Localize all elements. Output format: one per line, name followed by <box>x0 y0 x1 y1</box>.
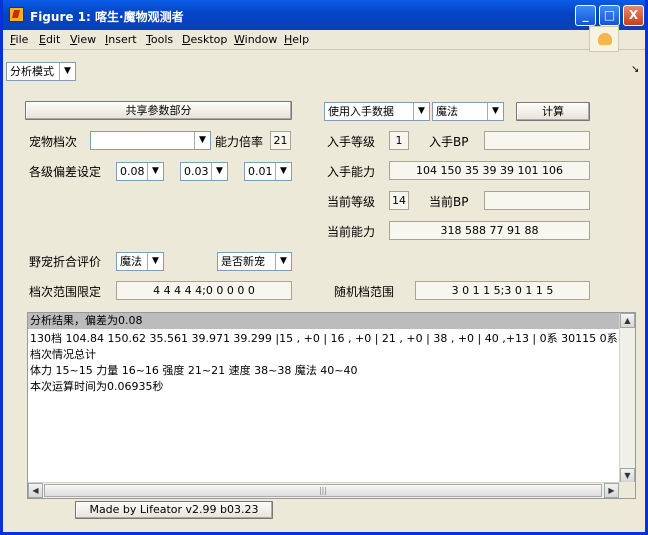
title-bar[interactable]: Figure 1: 喀生·魔物观测者 _ □ X <box>3 0 645 30</box>
menu-insert-rest: nsert <box>108 33 137 46</box>
calculate-button[interactable]: 计算 <box>516 102 590 121</box>
output-line-3[interactable]: 体力 15~15 力量 16~16 强度 21~21 速度 38~38 魔法 4… <box>30 362 358 378</box>
random-range-field[interactable]: 3 0 1 1 5;3 0 1 1 5 <box>415 281 590 300</box>
vertical-scrollbar[interactable]: ▲ ▼ <box>619 313 635 483</box>
deviation-value-1: 0.08 <box>120 165 145 178</box>
menu-window[interactable]: Window <box>234 33 277 46</box>
dock-icon[interactable]: ↘ <box>631 64 639 75</box>
tier-range-label: 档次范围限定 <box>29 285 102 299</box>
menu-file-rest: ile <box>15 33 29 46</box>
scroll-up-icon[interactable]: ▲ <box>620 313 635 328</box>
current-ability-label: 当前能力 <box>327 225 376 239</box>
menu-view[interactable]: View <box>70 33 96 46</box>
menu-view-rest: iew <box>77 33 97 46</box>
shared-params-button[interactable]: 共享参数部分 <box>25 101 292 120</box>
chevron-down-icon: ▼ <box>59 63 75 80</box>
data-source-value: 使用入手数据 <box>328 105 394 118</box>
mode-select[interactable]: 分析模式 ▼ <box>6 62 76 81</box>
deviation-select-2[interactable]: 0.03 ▼ <box>180 162 228 181</box>
multiplier-label: 能力倍率 <box>215 135 264 149</box>
menu-help[interactable]: Help <box>284 33 309 46</box>
matlab-icon <box>9 7 24 22</box>
menu-edit-key: E <box>39 33 46 46</box>
scroll-thumb[interactable]: ||| <box>44 484 602 497</box>
current-level-label: 当前等级 <box>327 195 376 209</box>
scroll-left-icon[interactable]: ◀ <box>28 483 43 498</box>
data-source-select[interactable]: 使用入手数据 ▼ <box>324 102 430 121</box>
acquire-level-field[interactable]: 1 <box>389 131 409 150</box>
chevron-down-icon: ▼ <box>413 103 429 120</box>
minimize-button[interactable]: _ <box>575 5 596 26</box>
figure-logo-shape <box>598 33 612 45</box>
maximize-button[interactable]: □ <box>599 5 620 26</box>
acquire-level-label: 入手等级 <box>327 135 376 149</box>
deviation-label: 各级偏差设定 <box>29 165 102 179</box>
random-range-label: 随机档范围 <box>334 285 395 299</box>
pet-tier-select[interactable]: ▼ <box>90 131 211 150</box>
credits-button[interactable]: Made by Lifeator v2.99 b03.23 <box>75 501 273 519</box>
output-line-4[interactable]: 本次运算时间为0.06935秒 <box>30 378 164 394</box>
acquire-ability-label: 入手能力 <box>327 165 376 179</box>
close-button[interactable]: X <box>623 5 644 26</box>
menu-window-key: W <box>234 33 245 46</box>
wild-eval-label: 野宠折合评价 <box>29 255 102 269</box>
menu-tools-rest: ools <box>150 33 174 46</box>
current-ability-field[interactable]: 318 588 77 91 88 <box>389 221 590 240</box>
scroll-right-icon[interactable]: ▶ <box>604 483 619 498</box>
menu-tools[interactable]: Tools <box>146 33 173 46</box>
deviation-value-3: 0.01 <box>248 165 273 178</box>
current-bp-field[interactable] <box>484 191 590 210</box>
figure-window: Figure 1: 喀生·魔物观测者 _ □ X File Edit View … <box>0 0 648 535</box>
chevron-down-icon: ▼ <box>194 132 210 149</box>
mode-select-value: 分析模式 <box>10 65 54 78</box>
menu-bar: File Edit View Insert Tools Desktop Wind… <box>3 30 645 75</box>
output-line-1[interactable]: 130档 104.84 150.62 35.561 39.971 39.299 … <box>30 330 618 346</box>
figure-logo-icon <box>589 26 619 52</box>
output-header[interactable]: 分析结果，偏差为0.08 <box>28 313 619 329</box>
chevron-down-icon: ▼ <box>275 253 291 270</box>
chevron-down-icon: ▼ <box>147 253 163 270</box>
attribute-value: 魔法 <box>436 105 458 118</box>
scroll-corner <box>619 482 635 498</box>
multiplier-field[interactable]: 21 <box>270 131 291 150</box>
menu-insert[interactable]: Insert <box>105 33 137 46</box>
pet-tier-label: 宠物档次 <box>29 135 78 149</box>
acquire-bp-field[interactable] <box>484 131 590 150</box>
deviation-select-3[interactable]: 0.01 ▼ <box>244 162 292 181</box>
menu-file[interactable]: File <box>10 33 28 46</box>
scroll-down-icon[interactable]: ▼ <box>620 468 635 483</box>
chevron-down-icon: ▼ <box>487 103 503 120</box>
chevron-down-icon: ▼ <box>147 163 163 180</box>
horizontal-scrollbar[interactable]: ◀ ||| ▶ <box>28 482 619 498</box>
deviation-value-2: 0.03 <box>184 165 209 178</box>
menu-help-rest: elp <box>292 33 310 46</box>
chevron-down-icon: ▼ <box>211 163 227 180</box>
wild-eval-select[interactable]: 魔法 ▼ <box>116 252 164 271</box>
new-pet-select[interactable]: 是否新宠 ▼ <box>217 252 292 271</box>
menu-window-rest: indow <box>244 33 278 46</box>
tier-range-field[interactable]: 4 4 4 4 4;0 0 0 0 0 <box>116 281 292 300</box>
acquire-ability-field[interactable]: 104 150 35 39 39 101 106 <box>389 161 590 180</box>
wild-eval-value: 魔法 <box>120 255 142 268</box>
window-title: Figure 1: 喀生·魔物观测者 <box>30 10 184 24</box>
deviation-select-1[interactable]: 0.08 ▼ <box>116 162 164 181</box>
attribute-select[interactable]: 魔法 ▼ <box>432 102 504 121</box>
current-bp-label: 当前BP <box>429 195 469 209</box>
acquire-bp-label: 入手BP <box>429 135 469 149</box>
menu-desktop-rest: esktop <box>190 33 228 46</box>
menu-edit-rest: dit <box>45 33 61 46</box>
current-level-field[interactable]: 14 <box>389 191 409 210</box>
menu-edit[interactable]: Edit <box>39 33 60 46</box>
output-listbox[interactable]: 分析结果，偏差为0.08 130档 104.84 150.62 35.561 3… <box>27 312 636 499</box>
menu-desktop[interactable]: Desktop <box>182 33 227 46</box>
output-line-2[interactable]: 档次情况总计 <box>30 346 96 362</box>
chevron-down-icon: ▼ <box>275 163 291 180</box>
new-pet-value: 是否新宠 <box>221 255 265 268</box>
